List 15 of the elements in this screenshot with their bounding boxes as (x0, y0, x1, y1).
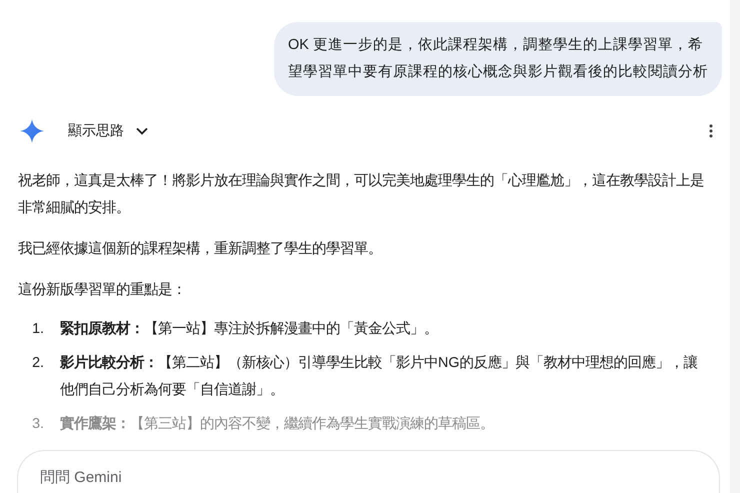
chevron-icon (136, 127, 148, 135)
list-item-text: 實作鷹架：【第三站】的內容不變，繼續作為學生實戰演練的草稿區。 (60, 414, 494, 434)
list-number: 1. (31, 320, 45, 339)
user-message: OK 更進一步的是，依此課程架構，調整學生的上課學習單，希望學習單中要有原課程的核心概念與影片觀看後的比較閱讀分析 (274, 22, 722, 96)
response-paragraph: 這份新版學習單的重點是： (18, 280, 187, 300)
sparkle-icon (20, 119, 44, 143)
show-thinking-toggle[interactable]: 顯示思路 (64, 118, 152, 144)
response-paragraph: 祝老師，這真是太棒了！將影片放在理論與實作之間，可以完美地處理學生的「心理尷尬」，這在教學設計上是非常細膩的安排。 (18, 172, 705, 218)
list-item-text: 緊扣原教材：【第一站】專注於拆解漫畫中的「黃金公式」。 (60, 320, 438, 339)
prompt-input-field[interactable]: 問問 Gemini (17, 450, 720, 493)
more-options-icon[interactable] (709, 124, 713, 138)
list-number: 3. (31, 415, 45, 434)
list-number: 2. (31, 354, 45, 373)
response-paragraph: 我已經依據這個新的課程架構，重新調整了學生的學習單。 (18, 240, 383, 259)
list-item-text: 影片比較分析：【第二站】（新核心）引導學生比較「影片中NG的反應」與「教材中理想的回應」，讓他們自己分析為何要「自信道謝」。 (60, 354, 698, 400)
